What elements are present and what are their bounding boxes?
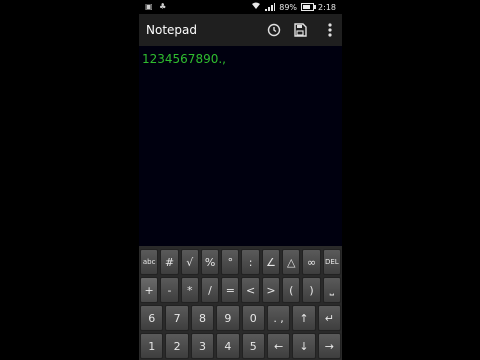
key-triangle[interactable]: △ — [282, 249, 301, 275]
key-close-paren[interactable]: ) — [302, 277, 321, 303]
keyboard-row-2: + - * / = < > ( ) ⎵ — [139, 276, 342, 304]
key-2[interactable]: 2 — [165, 333, 189, 359]
key-4[interactable]: 4 — [216, 333, 240, 359]
key-enter[interactable]: ↵ — [317, 305, 341, 331]
key-punctuation-label: . , — [273, 311, 284, 325]
keyboard-row-1: abc # √ % ° : ∠ △ ∞ DEL — [139, 248, 342, 276]
key-abc[interactable]: abc — [140, 249, 159, 275]
key-infinity[interactable]: ∞ — [302, 249, 321, 275]
key-delete[interactable]: DEL — [322, 249, 341, 275]
key-equals[interactable]: = — [221, 277, 240, 303]
keyboard-row-3: 6 7 8 9 0 . , ↑ ↵ — [139, 304, 342, 332]
key-3[interactable]: 3 — [190, 333, 215, 359]
phone-screen: ▣ ♣ 89% 2:18 Notepad 1234567890., abc # … — [139, 0, 342, 360]
key-plus[interactable]: + — [140, 277, 159, 303]
keyboard-row-4: 1 2 3 4 5 ← ↓ → — [139, 332, 342, 360]
key-5[interactable]: 5 — [241, 333, 265, 359]
key-arrow-left[interactable]: ← — [266, 333, 291, 359]
app-bar: Notepad — [139, 14, 342, 46]
key-8[interactable]: 8 — [190, 305, 215, 331]
key-space[interactable]: ⎵ — [322, 277, 341, 303]
key-multiply[interactable]: * — [180, 277, 199, 303]
signal-icon — [265, 3, 276, 11]
key-6[interactable]: 6 — [140, 305, 164, 331]
key-punctuation[interactable]: . , — [266, 305, 291, 331]
battery-icon — [301, 3, 317, 11]
key-hash[interactable]: # — [160, 249, 179, 275]
key-angle[interactable]: ∠ — [261, 249, 281, 275]
history-icon[interactable] — [266, 22, 282, 38]
app-title: Notepad — [146, 23, 197, 37]
key-arrow-down[interactable]: ↓ — [292, 333, 316, 359]
key-greater-than[interactable]: > — [261, 277, 281, 303]
key-less-than[interactable]: < — [241, 277, 260, 303]
key-minus[interactable]: - — [160, 277, 179, 303]
key-0[interactable]: 0 — [241, 305, 265, 331]
key-divide[interactable]: / — [200, 277, 220, 303]
key-colon[interactable]: : — [241, 249, 260, 275]
note-editor[interactable]: 1234567890., — [139, 46, 342, 246]
battery-percent: 89% — [279, 2, 298, 12]
status-bar: ▣ ♣ 89% 2:18 — [139, 0, 342, 14]
key-9[interactable]: 9 — [216, 305, 240, 331]
overflow-menu-icon[interactable] — [322, 22, 338, 38]
key-1[interactable]: 1 — [140, 333, 164, 359]
note-text: 1234567890., — [142, 52, 226, 66]
clock: 2:18 — [318, 2, 336, 12]
save-icon[interactable] — [292, 22, 308, 38]
notification-icons: ▣ ♣ — [145, 2, 169, 11]
key-arrow-up[interactable]: ↑ — [292, 305, 316, 331]
key-percent[interactable]: % — [200, 249, 220, 275]
key-7[interactable]: 7 — [165, 305, 189, 331]
key-arrow-right[interactable]: → — [317, 333, 341, 359]
wifi-icon — [251, 2, 261, 12]
keyboard: abc # √ % ° : ∠ △ ∞ DEL + - * / = < > ( … — [139, 246, 342, 360]
key-sqrt[interactable]: √ — [180, 249, 199, 275]
key-open-paren[interactable]: ( — [282, 277, 301, 303]
key-degree[interactable]: ° — [221, 249, 240, 275]
